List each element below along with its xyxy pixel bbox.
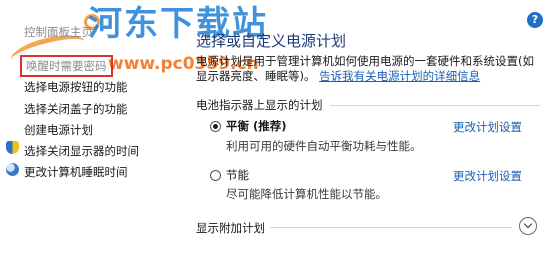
- plan-balanced-name[interactable]: 平衡 (推荐): [226, 118, 287, 134]
- help-icon[interactable]: ?: [527, 12, 543, 28]
- plan-balanced-label: 平衡 (推荐): [226, 119, 287, 133]
- plan-balanced-change-link[interactable]: 更改计划设置: [453, 119, 522, 135]
- sidebar-item-display-off[interactable]: 选择关闭显示器的时间: [24, 143, 139, 159]
- plan-power-saver-change-link[interactable]: 更改计划设置: [453, 168, 522, 184]
- page-title: 选择或自定义电源计划: [196, 32, 347, 50]
- plan-power-saver-name[interactable]: 节能: [226, 167, 249, 183]
- moon-icon: [6, 163, 19, 176]
- additional-plans-header[interactable]: 显示附加计划: [196, 220, 265, 236]
- page-description: 电源计划是用于管理计算机如何使用电源的一套硬件和系统设置(如显示器亮度、睡眠等)…: [196, 54, 536, 84]
- battery-plans-header: 电池指示器上显示的计划: [196, 98, 323, 112]
- plan-power-saver-radio[interactable]: [210, 170, 221, 181]
- chevron-down-icon[interactable]: [519, 217, 537, 235]
- sidebar-item-power-button[interactable]: 选择电源按钮的功能: [24, 79, 128, 95]
- plan-balanced-desc: 利用可用的硬件自动平衡功耗与性能。: [226, 139, 422, 153]
- power-plan-info-link[interactable]: 告诉我有关电源计划的详细信息: [319, 69, 480, 83]
- sidebar-item-require-password[interactable]: 唤醒时需要密码: [20, 55, 113, 77]
- plan-power-saver-desc: 尽可能降低计算机性能以节能。: [226, 187, 387, 201]
- sidebar-item-lid-close[interactable]: 选择关闭盖子的功能: [24, 101, 128, 117]
- plan-balanced-radio[interactable]: [210, 121, 221, 132]
- sidebar-item-create-plan[interactable]: 创建电源计划: [24, 122, 93, 138]
- section-divider: [330, 105, 540, 106]
- section-divider: [270, 227, 512, 228]
- shield-icon: [6, 141, 19, 154]
- sidebar-item-sleep-time[interactable]: 更改计算机睡眠时间: [24, 164, 128, 180]
- sidebar-item-control-panel-home[interactable]: 控制面板主页: [24, 24, 93, 40]
